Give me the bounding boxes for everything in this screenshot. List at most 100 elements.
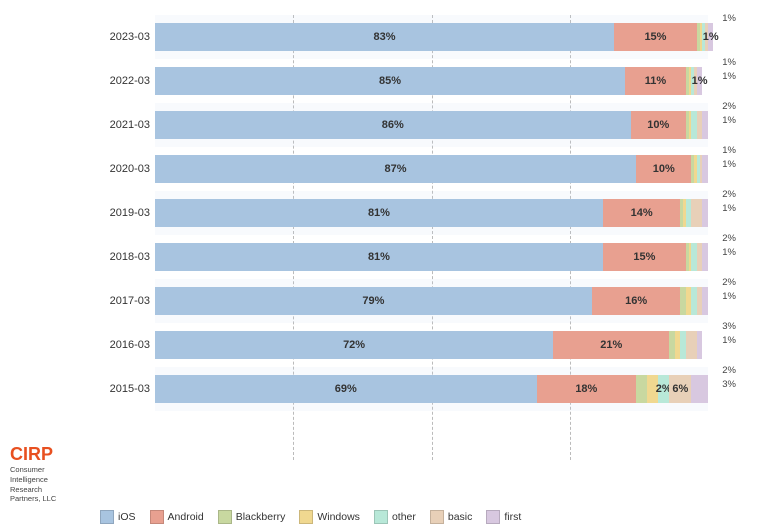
bar-wrapper: 81% 14% (155, 199, 708, 227)
bar-segment-first: 1% (697, 67, 703, 95)
bar-segment-first (702, 243, 708, 271)
basic-legend-label: basic (448, 511, 473, 523)
basic-legend-box (430, 510, 444, 524)
outside-label: 2% (722, 101, 736, 112)
segment-label: 15% (644, 31, 666, 43)
segment-label: 6% (672, 383, 688, 395)
bar-wrapper: 85% 11% 1% (155, 67, 708, 95)
other-legend-label: other (392, 511, 416, 523)
bar-wrapper: 81% 15% (155, 243, 708, 271)
bar-segment-ios: 87% (155, 155, 636, 183)
blackberry-legend-box (218, 510, 232, 524)
other-legend-box (374, 510, 388, 524)
segment-label: 15% (633, 251, 655, 263)
bar-segment-ios: 81% (155, 243, 603, 271)
outside-label: 3% (722, 321, 736, 332)
outside-label: 1% (722, 145, 736, 156)
bar-segment-ios: 85% (155, 67, 625, 95)
bar-segment-first (691, 375, 708, 403)
bar-segment-android: 15% (614, 23, 697, 51)
bar-segment-basic (686, 331, 697, 359)
legend: iOS Android Blackberry Windows other bas… (100, 510, 758, 524)
outside-label: 1% (722, 247, 736, 258)
outside-label: 1% (722, 57, 736, 68)
legend-other: other (374, 510, 416, 524)
bar-segment-first (697, 331, 703, 359)
segment-label: 1% (692, 75, 708, 87)
bar-wrapper: 83%15%1% (155, 23, 708, 51)
segment-label: 14% (631, 207, 653, 219)
outside-label: 2% (722, 189, 736, 200)
segment-label: 10% (653, 163, 675, 175)
bar-segment-android: 21% (553, 331, 669, 359)
year-label: 2019-03 (85, 207, 150, 219)
bar-segment-first (702, 287, 708, 315)
chart-container: 2023-0383%15%1%1%2022-0385%11%1%1%1%2021… (0, 0, 768, 532)
legend-first: first (486, 510, 521, 524)
outside-label: 1% (722, 291, 736, 302)
segment-label: 1% (703, 31, 719, 43)
bar-row: 2017-0379%16%2%1% (155, 279, 708, 323)
bar-row: 2018-0381%15%2%1% (155, 235, 708, 279)
ios-legend-box (100, 510, 114, 524)
bar-segment-first (702, 199, 708, 227)
android-legend-box (150, 510, 164, 524)
bar-segment-basic (691, 199, 702, 227)
bar-row: 2015-0369%18%2%6%2%3% (155, 367, 708, 411)
outside-label: 2% (722, 277, 736, 288)
year-label: 2020-03 (85, 163, 150, 175)
bar-row: 2019-0381%14%2%1% (155, 191, 708, 235)
legend-blackberry: Blackberry (218, 510, 286, 524)
android-legend-label: Android (168, 511, 204, 523)
legend-windows: Windows (299, 510, 360, 524)
first-legend-label: first (504, 511, 521, 523)
outside-label: 1% (722, 159, 736, 170)
outside-label: 2% (722, 365, 736, 376)
year-label: 2018-03 (85, 251, 150, 263)
ios-legend-label: iOS (118, 511, 136, 523)
first-legend-box (486, 510, 500, 524)
bar-segment-android: 10% (636, 155, 691, 183)
outside-label: 1% (722, 71, 736, 82)
year-label: 2022-03 (85, 75, 150, 87)
year-label: 2015-03 (85, 383, 150, 395)
segment-label: 86% (382, 119, 404, 131)
blackberry-legend-label: Blackberry (236, 511, 286, 523)
bar-row: 2021-0386%10%2%1% (155, 103, 708, 147)
segment-label: 79% (362, 295, 384, 307)
year-label: 2023-03 (85, 31, 150, 43)
cirp-logo: CIRP ConsumerIntelligenceResearchPartner… (10, 445, 90, 504)
segment-label: 18% (575, 383, 597, 395)
bar-segment-other: 2% (658, 375, 669, 403)
legend-ios: iOS (100, 510, 136, 524)
segment-label: 21% (600, 339, 622, 351)
bar-row: 2023-0383%15%1%1% (155, 15, 708, 59)
bar-segment-android: 18% (537, 375, 637, 403)
bar-row: 2020-0387%10%1%1% (155, 147, 708, 191)
bar-segment-ios: 72% (155, 331, 553, 359)
legend-basic: basic (430, 510, 473, 524)
outside-label: 2% (722, 233, 736, 244)
segment-label: 83% (373, 31, 395, 43)
bar-wrapper: 86%10% (155, 111, 708, 139)
cirp-subtext: ConsumerIntelligenceResearchPartners, LL… (10, 465, 90, 504)
segment-label: 11% (645, 75, 666, 87)
segment-label: 81% (368, 207, 390, 219)
bar-segment-ios: 69% (155, 375, 537, 403)
segment-label: 16% (625, 295, 647, 307)
segment-label: 69% (335, 383, 357, 395)
segment-label: 87% (385, 163, 407, 175)
cirp-logo-text: CIRP (10, 445, 90, 463)
year-label: 2016-03 (85, 339, 150, 351)
bar-segment-android: 16% (592, 287, 680, 315)
bar-segment-first (702, 155, 708, 183)
bar-segment-android: 14% (603, 199, 680, 227)
windows-legend-label: Windows (317, 511, 360, 523)
bar-wrapper: 87% 10% (155, 155, 708, 183)
year-label: 2021-03 (85, 119, 150, 131)
outside-label: 1% (722, 115, 736, 126)
bar-segment-basic: 6% (669, 375, 691, 403)
bar-wrapper: 69% 18% 2%6% (155, 375, 708, 403)
bar-wrapper: 79% 16% (155, 287, 708, 315)
outside-label: 3% (722, 379, 736, 390)
